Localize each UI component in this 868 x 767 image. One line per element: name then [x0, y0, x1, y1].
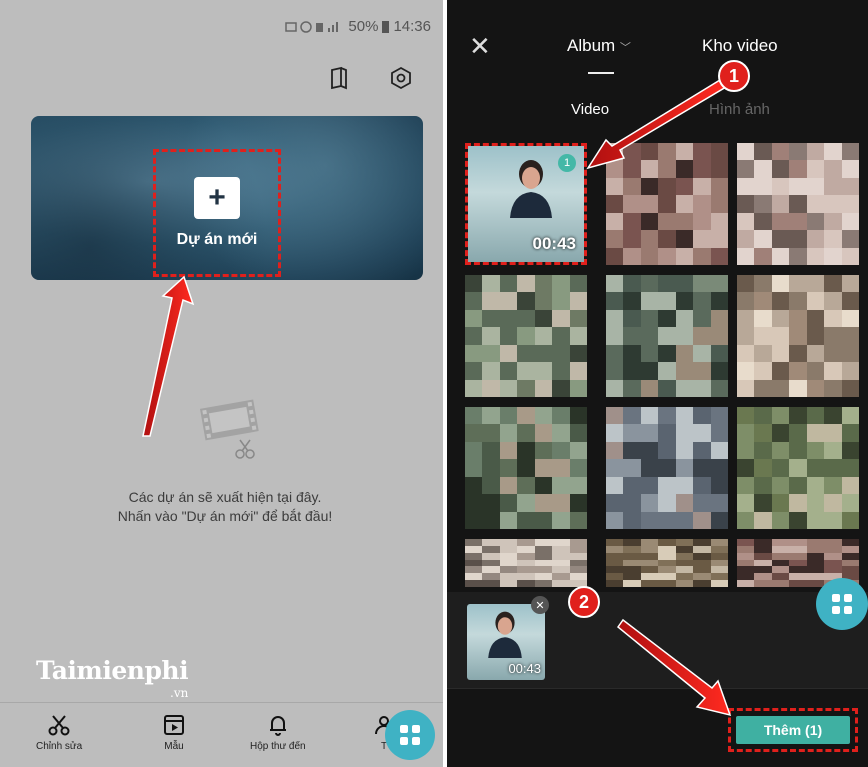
media-item[interactable] [737, 275, 859, 397]
media-item[interactable] [465, 275, 587, 397]
tab-album-label: Album [567, 36, 616, 55]
add-button-highlight: Thêm (1) [728, 708, 858, 752]
tab-video-library[interactable]: Kho video [702, 36, 778, 56]
subtab-video[interactable]: Video [571, 101, 609, 118]
remove-item-icon[interactable]: ✕ [531, 596, 549, 614]
media-item[interactable] [606, 407, 728, 529]
battery-icon [382, 20, 390, 33]
nav-inbox-label: Hộp thư đến [250, 741, 306, 752]
blurred-thumbnail [606, 407, 728, 529]
tray-item[interactable]: 00:43 [467, 604, 545, 680]
person-image [510, 160, 552, 218]
video-duration: 00:43 [532, 234, 576, 253]
media-item[interactable] [606, 143, 728, 265]
clock: 14:36 [393, 18, 431, 35]
blurred-thumbnail [737, 407, 859, 529]
media-item[interactable] [737, 407, 859, 529]
blurred-thumbnail [606, 143, 728, 265]
book-icon[interactable] [327, 66, 351, 90]
tray-duration: 00:43 [508, 661, 541, 676]
add-button[interactable]: Thêm (1) [736, 716, 850, 744]
media-item[interactable] [465, 407, 587, 529]
nav-inbox[interactable]: Hộp thư đến [250, 713, 306, 752]
battery-percent: 50% [348, 18, 379, 35]
template-icon [164, 715, 184, 735]
nav-templates[interactable]: Mẫu [162, 713, 186, 752]
blurred-thumbnail [737, 143, 859, 265]
media-item[interactable] [737, 143, 859, 265]
close-icon[interactable]: ✕ [469, 33, 491, 59]
scissors-icon [48, 715, 70, 736]
media-item-selected[interactable]: 1 00:43 [465, 143, 587, 265]
watermark-logo: Taimienphi [36, 656, 189, 685]
blurred-thumbnail [737, 275, 859, 397]
blurred-thumbnail [465, 539, 587, 587]
media-item[interactable] [465, 539, 587, 587]
bottom-nav: Chỉnh sửa Mẫu Hộp thư đến T [0, 702, 443, 767]
nav-templates-label: Mẫu [164, 741, 184, 752]
empty-message-line2: Nhấn vào "Dự án mới" để bắt đầu! [117, 508, 333, 524]
nav-edit-label: Chỉnh sửa [36, 741, 83, 752]
bell-icon [269, 716, 286, 736]
empty-message-line1: Các dự án sẽ xuất hiện tại đây. [128, 489, 322, 505]
grid-fab-button[interactable] [385, 710, 435, 760]
left-screen: 50% 14:36 + Dự án mới Các dự án sẽ xuất … [0, 0, 443, 767]
step-1-badge: 1 [718, 60, 750, 92]
selection-count-badge: 1 [558, 154, 576, 172]
grid-fab-button-right[interactable] [816, 578, 868, 630]
step-2-badge: 2 [568, 586, 600, 618]
watermark-logo-sub: .vn [170, 686, 189, 700]
blurred-thumbnail [465, 275, 587, 397]
status-bar: 50% 14:36 [284, 18, 431, 35]
tab-underline [588, 72, 614, 74]
settings-icon[interactable] [389, 66, 413, 90]
empty-film-icon [199, 399, 259, 459]
selected-tray: 00:43 ✕ [447, 592, 868, 688]
new-project-button[interactable]: + Dự án mới [153, 149, 281, 277]
nav-edit[interactable]: Chỉnh sửa [36, 713, 82, 752]
tab-album[interactable]: Album ﹀ [567, 36, 631, 56]
person-image [488, 611, 522, 658]
media-item[interactable] [606, 539, 728, 587]
grid-icon [400, 725, 420, 745]
blurred-thumbnail [606, 275, 728, 397]
new-project-label: Dự án mới [176, 231, 258, 248]
chevron-down-icon: ﹀ [619, 42, 631, 54]
blurred-thumbnail [465, 407, 587, 529]
media-item[interactable] [606, 275, 728, 397]
grid-icon [832, 594, 852, 614]
subtab-images[interactable]: Hình ảnh [709, 101, 770, 118]
plus-icon: + [194, 177, 240, 219]
signal-icons [285, 20, 339, 33]
right-screen: ✕ Album ﹀ Kho video Video Hình ảnh 1 00:… [447, 0, 868, 767]
blurred-thumbnail [606, 539, 728, 587]
